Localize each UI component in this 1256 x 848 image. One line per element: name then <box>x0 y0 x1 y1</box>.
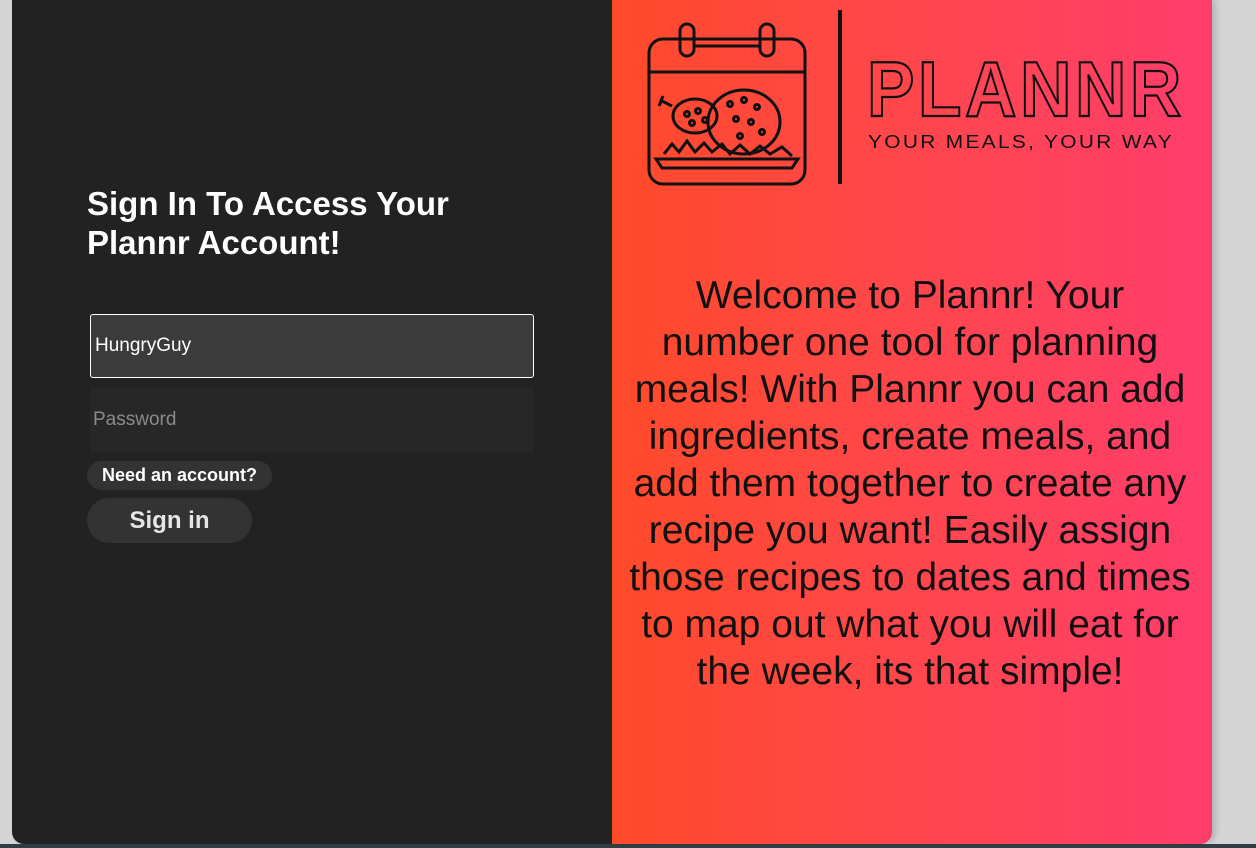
plannr-logo: PLANNR YOUR MEALS, YOUR WAY <box>647 10 1185 186</box>
login-panel: Sign In To Access Your Plannr Account! N… <box>12 0 612 844</box>
password-input[interactable] <box>90 388 534 452</box>
signin-button[interactable]: Sign in <box>87 498 252 543</box>
brand-name: PLANNR <box>867 45 1185 133</box>
need-account-button[interactable]: Need an account? <box>87 461 273 490</box>
welcome-text: Welcome to Plannr! Your number one tool … <box>629 274 1191 693</box>
taskbar-edge <box>0 844 1256 848</box>
brand-tagline: YOUR MEALS, YOUR WAY <box>868 132 1174 152</box>
signin-heading: Sign In To Access Your Plannr Account! <box>87 185 449 261</box>
calendar-meal-icon <box>647 22 807 186</box>
username-input[interactable] <box>90 314 534 378</box>
